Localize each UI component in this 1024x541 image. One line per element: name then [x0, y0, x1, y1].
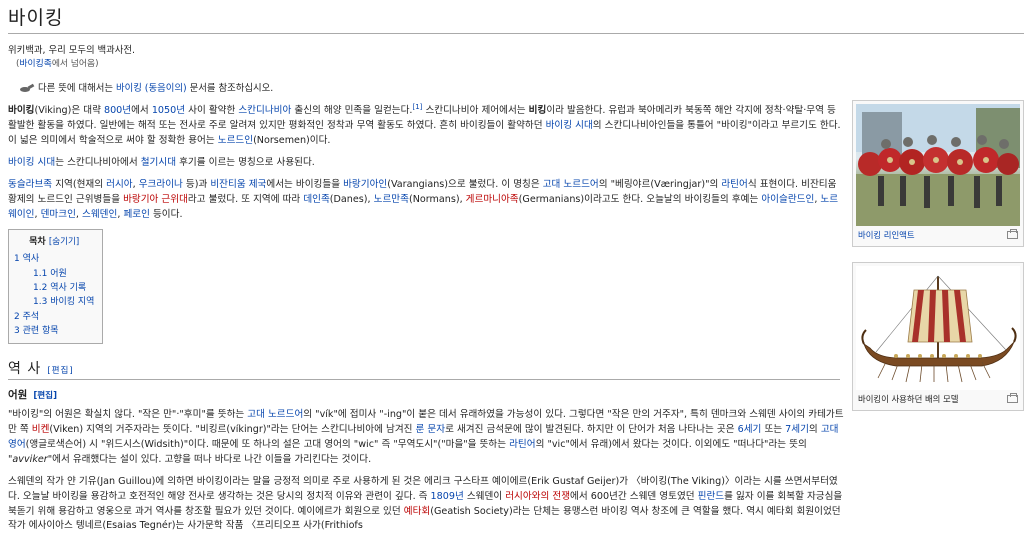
redlink-varangian-guard[interactable]: 바랑기아 근위대 — [123, 194, 188, 205]
term-bold: 바이킹 — [8, 105, 35, 117]
link-iron-age[interactable]: 철기시대 — [141, 157, 176, 168]
redlink-geatish-society[interactable]: 예타회 — [404, 506, 430, 517]
thumbnail-ship-model: 바이킹이 사용하던 배의 모델 — [852, 262, 1024, 411]
link-russia[interactable]: 러시아 — [106, 179, 132, 190]
ship-model-image[interactable] — [856, 266, 1020, 390]
redirect-link[interactable]: 바이킹족 — [19, 59, 51, 69]
link-danes-2[interactable]: 덴마크인 — [41, 209, 76, 220]
redlink-finnish-war[interactable]: 러시아와의 전쟁 — [505, 491, 570, 502]
thumbnail-reenactment: 바이킹 리인액트 — [852, 100, 1024, 247]
link-normans[interactable]: 노르만족 — [374, 194, 409, 205]
table-of-contents: 목차 [숨기기] 1 역사 1.1 어원 1.2 역사 기록 1.3 바이킹 지… — [8, 229, 104, 344]
toc-item[interactable]: 1.3 바이킹 지역 — [14, 295, 94, 309]
link-viking-age[interactable]: 바이킹 시대 — [546, 120, 593, 131]
term-bold-viking: 비킹 — [528, 105, 547, 117]
reenactment-image[interactable] — [856, 104, 1020, 226]
thumbnail-caption-2: 바이킹이 사용하던 배의 모델 — [856, 390, 1020, 407]
edit-subsection-button[interactable]: [편집] — [33, 391, 57, 401]
redlink-viken[interactable]: 비켄 — [32, 424, 50, 435]
hatnote: 다른 뜻에 대해서는 바이킹 (동음이의) 문서를 참조하십시오. — [20, 82, 1024, 97]
toc-item[interactable]: 1.2 역사 기록 — [14, 281, 94, 295]
link-latin-2[interactable]: 라틴어 — [509, 439, 535, 450]
article-body: 바이킹(Viking)은 대략 800년에서 1050년 사이 활약한 스칸디나… — [8, 104, 846, 534]
redlink-germanians[interactable]: 게르마니아족 — [466, 194, 519, 205]
enlarge-icon[interactable] — [1007, 393, 1018, 403]
link-faroese[interactable]: 페로인 — [123, 209, 149, 220]
page-title: 바이킹 — [8, 0, 1024, 34]
toc-item[interactable]: 1 역사 — [14, 252, 94, 266]
redirect-suffix: 에서 넘어옴) — [51, 59, 99, 70]
hatnote-link[interactable]: 바이킹 (동음이의) — [116, 83, 187, 94]
italic-term: avviker — [12, 454, 48, 466]
toc-item[interactable]: 2 주석 — [14, 310, 94, 324]
toc-item[interactable]: 1.1 어원 — [14, 267, 94, 281]
link-800[interactable]: 800년 — [104, 105, 131, 116]
reference-1[interactable]: [1] — [412, 103, 422, 111]
link-finland[interactable]: 핀란드 — [698, 491, 724, 502]
link-viking-age-2[interactable]: 바이킹 시대 — [8, 157, 55, 168]
thumbnail-caption: 바이킹 리인액트 — [856, 226, 1020, 243]
etymology-paragraph-1: "바이킹"의 어원은 확실치 않다. "작은 만"·"후미"를 뜻하는 고대 노… — [8, 409, 844, 466]
link-latin[interactable]: 라틴어 — [721, 179, 747, 190]
link-7th-century[interactable]: 7세기 — [785, 424, 809, 435]
toc-item[interactable]: 3 관련 항목 — [14, 324, 94, 338]
link-icelanders[interactable]: 아이슬란드인 — [761, 194, 814, 205]
link-6th-century[interactable]: 6세기 — [738, 424, 762, 435]
link-1809[interactable]: 1809년 — [431, 491, 464, 502]
redirect-note: (바이킹족에서 넘어옴) — [8, 58, 1024, 72]
link-scandinavia[interactable]: 스칸디나비아 — [238, 105, 291, 116]
link-runes[interactable]: 룬 문자 — [416, 424, 446, 435]
link-byzantine[interactable]: 비잔티움 제국 — [210, 179, 266, 190]
link-old-norse-2[interactable]: 고대 노르드어 — [247, 409, 303, 420]
toc-toggle-button[interactable]: [숨기기] — [49, 237, 79, 247]
edit-section-button[interactable]: [편집] — [47, 366, 74, 376]
enlarge-icon[interactable] — [1007, 229, 1018, 239]
intro-paragraph-1: 바이킹(Viking)은 대략 800년에서 1050년 사이 활약한 스칸디나… — [8, 103, 841, 147]
hatnote-text-end: 문서를 참조하십시오. — [186, 82, 274, 94]
disambiguation-icon — [20, 84, 34, 94]
link-old-norse[interactable]: 고대 노르드어 — [543, 179, 599, 190]
caption-text: 바이킹이 사용하던 배의 모델 — [858, 394, 959, 404]
link-east-slavs[interactable]: 동슬라브족 — [8, 179, 52, 190]
hatnote-text: 다른 뜻에 대해서는 — [38, 82, 116, 94]
link-norsemen[interactable]: 노르드인 — [218, 135, 253, 146]
link-1050[interactable]: 1050년 — [152, 105, 185, 116]
toc-heading: 목차 — [29, 237, 46, 248]
link-danes[interactable]: 데인족 — [303, 194, 329, 205]
section-heading-history: 역 사 [편집] — [8, 360, 840, 380]
subsection-heading-etymology: 어원 [편집] — [8, 388, 57, 401]
link-ukraine[interactable]: 우크라이나 — [139, 179, 183, 190]
link-varangians[interactable]: 바랑기아인 — [343, 179, 387, 190]
intro-paragraph-3: 동슬라브족 지역(현재의 러시아, 우크라이나 등)과 비잔티움 제국에서는 바… — [8, 178, 839, 220]
toc-list: 1 역사 1.1 어원 1.2 역사 기록 1.3 바이킹 지역 2 주석 3 … — [14, 252, 94, 338]
etymology-paragraph-2: 스웨덴의 작가 얀 기유(Jan Guillou)에 의하면 바이킹이라는 말을… — [8, 475, 843, 532]
caption-link[interactable]: 바이킹 리인액트 — [858, 230, 915, 240]
intro-paragraph-2: 바이킹 시대는 스칸디나비아에서 철기시대 후기를 이르는 명칭으로 사용된다. — [8, 157, 315, 169]
tagline: 위키백과, 우리 모두의 백과사전. — [8, 44, 136, 56]
link-swedes[interactable]: 스웨덴인 — [82, 209, 117, 220]
toc-title: 목차 [숨기기] — [14, 235, 94, 250]
